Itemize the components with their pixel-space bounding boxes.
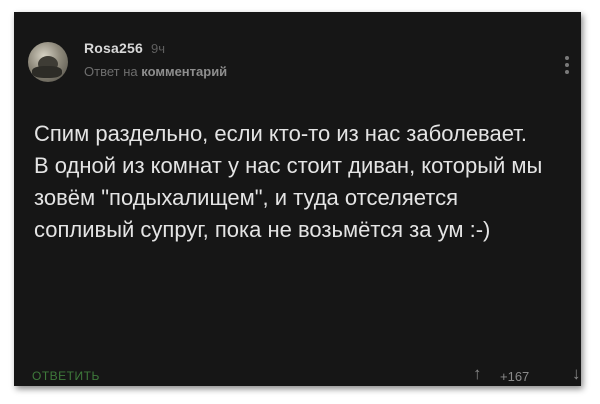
upvote-arrow-icon[interactable]: ↑ — [473, 364, 482, 384]
comment-paragraph: Спим раздельно, если кто-то из нас забол… — [34, 121, 527, 146]
dot — [565, 56, 569, 60]
avatar[interactable] — [28, 42, 68, 82]
reply-prefix: Ответ на — [84, 64, 138, 79]
avatar-shape — [32, 66, 62, 78]
downvote-arrow-icon[interactable]: ↓ — [572, 364, 581, 384]
username[interactable]: Rosa256 — [84, 40, 143, 56]
reply-button[interactable]: ОТВЕТИТЬ — [32, 369, 100, 383]
comment-paragraph: В одной из комнат у нас стоит диван, кот… — [34, 153, 543, 242]
dot — [565, 63, 569, 67]
reply-parent-link[interactable]: комментарий — [141, 64, 227, 79]
comment-card: Rosa256 9ч Ответ на комментарий Спим раз… — [14, 12, 581, 386]
rating-score: +167 — [500, 369, 530, 384]
more-options-icon[interactable] — [565, 56, 569, 74]
reply-context: Ответ на комментарий — [84, 64, 227, 79]
comment-body: Спим раздельно, если кто-то из нас забол… — [34, 118, 564, 246]
dot — [565, 70, 569, 74]
timestamp: 9ч — [151, 41, 166, 56]
